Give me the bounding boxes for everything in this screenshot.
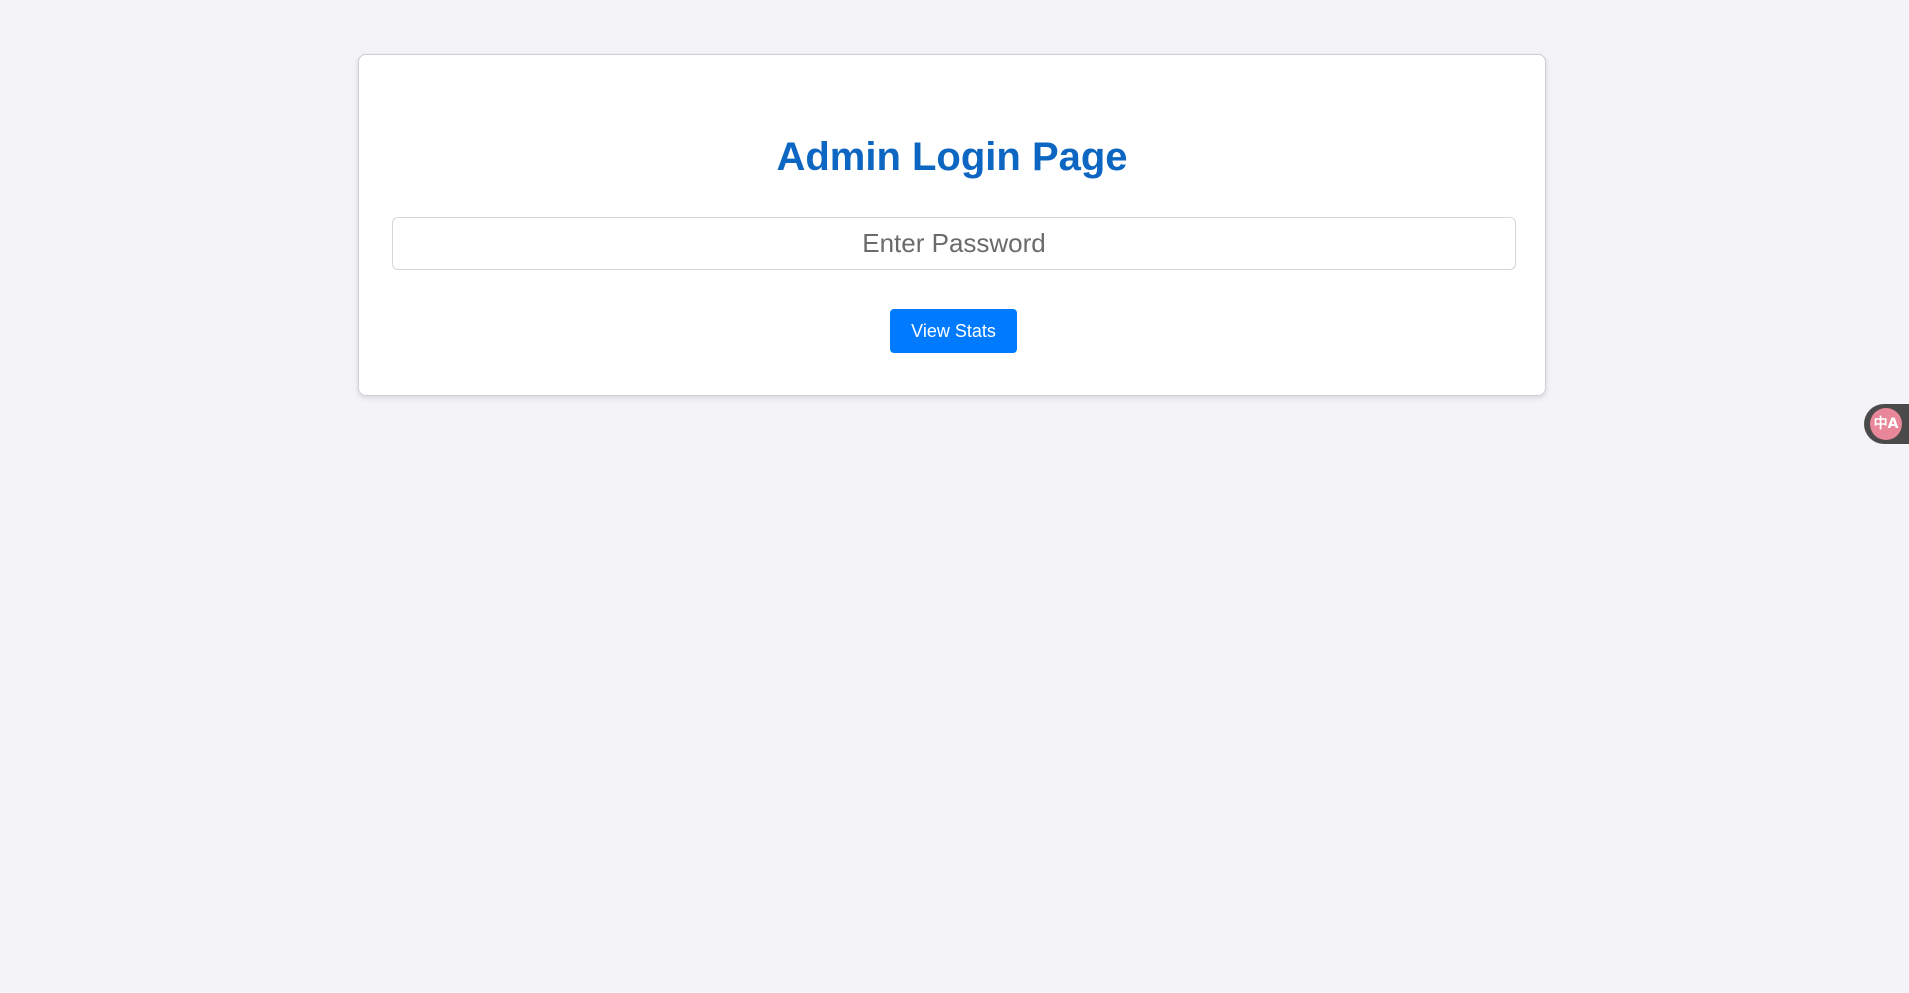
page-title: Admin Login Page <box>776 135 1128 179</box>
password-input[interactable] <box>392 217 1516 270</box>
translate-widget[interactable]: 中A <box>1864 404 1909 444</box>
view-stats-button[interactable]: View Stats <box>890 309 1017 353</box>
translate-icon[interactable]: 中A <box>1870 408 1902 440</box>
login-card: Admin Login Page View Stats <box>358 54 1546 396</box>
